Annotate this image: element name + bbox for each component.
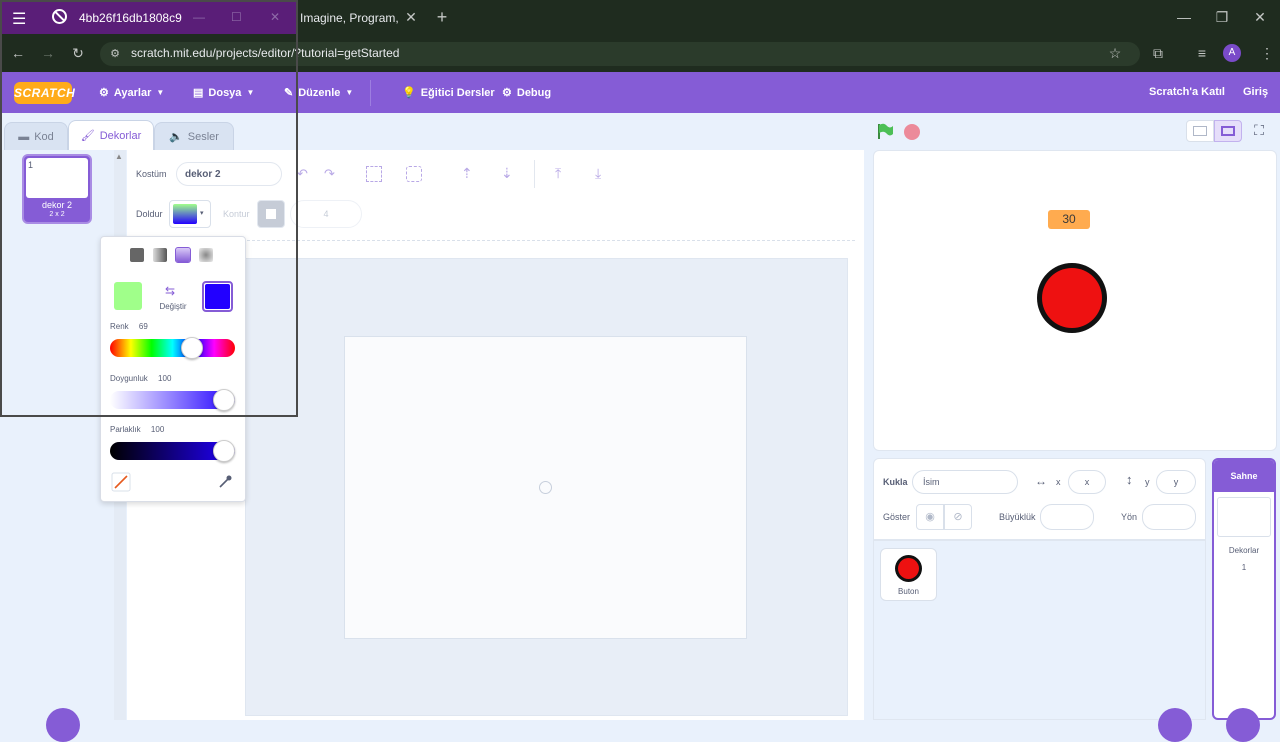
window-maximize-icon[interactable]: ❐ (1210, 5, 1234, 29)
crosshair-icon (539, 481, 552, 494)
outline-size-input[interactable]: 4 (290, 200, 362, 228)
fullscreen-icon[interactable]: ⛶ (1250, 122, 1268, 140)
brightness-value: 100 (150, 425, 165, 434)
join-link[interactable]: Scratch'a Katıl (1149, 86, 1225, 98)
extensions-icon[interactable]: ⧉ (1146, 41, 1170, 65)
large-stage-icon (1221, 126, 1235, 136)
front-icon[interactable]: ⤒ (555, 165, 561, 182)
browser-tab-title[interactable]: Imagine, Program, Sh (300, 11, 398, 25)
ungroup-icon[interactable] (406, 166, 422, 182)
debug-menu[interactable]: ⚙ Debug (502, 86, 552, 100)
lightbulb-icon: 💡 (402, 87, 416, 99)
sprite-label: Kukla (883, 477, 908, 487)
add-backdrop-button[interactable] (1226, 708, 1260, 742)
overlay-minimize-icon[interactable]: — (193, 10, 205, 24)
chevron-down-icon: ▼ (345, 88, 354, 97)
size-label: Büyüklük (999, 512, 1036, 522)
show-hidden-button[interactable]: ⊘ (944, 504, 972, 530)
show-label: Göster (883, 512, 911, 522)
show-visible-button[interactable]: ◉ (916, 504, 944, 530)
sprite-thumbnail (895, 555, 922, 582)
redo-icon[interactable]: ↷ (324, 166, 335, 182)
back-icon-layer[interactable]: ⤓ (595, 165, 601, 182)
x-arrows-icon: ↔ (1035, 474, 1047, 488)
brightness-label: Parlaklık (110, 425, 141, 434)
stop-icon[interactable] (904, 124, 920, 140)
eye-icon: ◉ (925, 511, 935, 523)
group-icon[interactable] (366, 166, 382, 182)
direction-label: Yön (1121, 512, 1138, 522)
hamburger-menu-icon[interactable]: ☰ (12, 9, 26, 29)
eye-slash-icon: ⊘ (953, 511, 963, 523)
window-close-icon[interactable]: ✕ (1248, 5, 1272, 29)
y-arrows-icon: ↕ (1126, 472, 1133, 487)
undo-icon[interactable]: ↶ (297, 166, 308, 182)
window-minimize-icon[interactable]: — (1172, 5, 1196, 29)
button-sprite-fill (1042, 268, 1102, 328)
backdrops-count: 1 (1241, 563, 1247, 572)
button-sprite-on-stage[interactable] (1037, 263, 1107, 333)
debug-label: Debug (516, 86, 552, 99)
sprite-name-input[interactable]: İsim (912, 470, 1018, 494)
tutorials-menu[interactable]: 💡 Eğitici Dersler (402, 86, 495, 100)
counter-display: 30 (1048, 210, 1090, 229)
new-tab-icon[interactable]: + (430, 5, 454, 29)
small-stage-icon (1193, 126, 1207, 136)
direction-input[interactable] (1142, 504, 1196, 530)
y-input[interactable]: y (1156, 470, 1196, 494)
overlay-maximize-icon[interactable]: ☐ (231, 10, 242, 24)
x-input[interactable]: x (1068, 470, 1106, 494)
signin-link[interactable]: Giriş (1243, 86, 1268, 98)
profile-avatar[interactable]: A (1223, 44, 1241, 62)
small-stage-button[interactable] (1186, 120, 1214, 142)
add-costume-button[interactable] (46, 708, 80, 742)
overlay-window-frame (0, 0, 298, 417)
backward-layer-icon[interactable]: ⇣ (501, 165, 513, 182)
backdrop-thumbnail (1217, 497, 1271, 537)
menu-divider (370, 80, 371, 106)
green-flag-icon[interactable] (876, 122, 894, 140)
y-label: y (1145, 477, 1150, 487)
eyedropper-icon[interactable] (215, 472, 235, 492)
edit-label: Düzenle (298, 86, 341, 99)
no-color-icon[interactable] (111, 472, 131, 492)
overlay-title: 4bb26f16db1808c9 (79, 11, 182, 25)
media-icon[interactable]: ≡ (1190, 41, 1214, 65)
backdrops-label: Dekorlar (1228, 546, 1260, 555)
toolbar-divider (534, 160, 535, 188)
large-stage-button[interactable] (1214, 120, 1242, 142)
stage-panel-title: Sahne (1214, 460, 1274, 492)
forward-layer-icon[interactable]: ⇡ (461, 165, 473, 182)
brightness-row: Parlaklık 100 (110, 425, 164, 434)
brightness-slider-handle[interactable] (213, 440, 235, 462)
tutorials-label: Eğitici Dersler (420, 86, 495, 99)
tab-close-icon[interactable]: ✕ (399, 5, 423, 29)
sprite-thumbnail-fill (898, 558, 919, 579)
browser-menu-icon[interactable]: ⋮ (1255, 41, 1279, 65)
blocked-icon (52, 9, 67, 24)
add-sprite-button[interactable] (1158, 708, 1192, 742)
overlay-close-icon[interactable]: ✕ (270, 10, 280, 24)
blocked-icon-slash (54, 10, 65, 22)
x-label: x (1056, 477, 1061, 487)
sprite-name: Buton (898, 587, 919, 596)
bookmark-star-icon[interactable]: ☆ (1103, 41, 1127, 65)
debug-icon: ⚙ (502, 87, 512, 99)
size-input[interactable] (1040, 504, 1094, 530)
